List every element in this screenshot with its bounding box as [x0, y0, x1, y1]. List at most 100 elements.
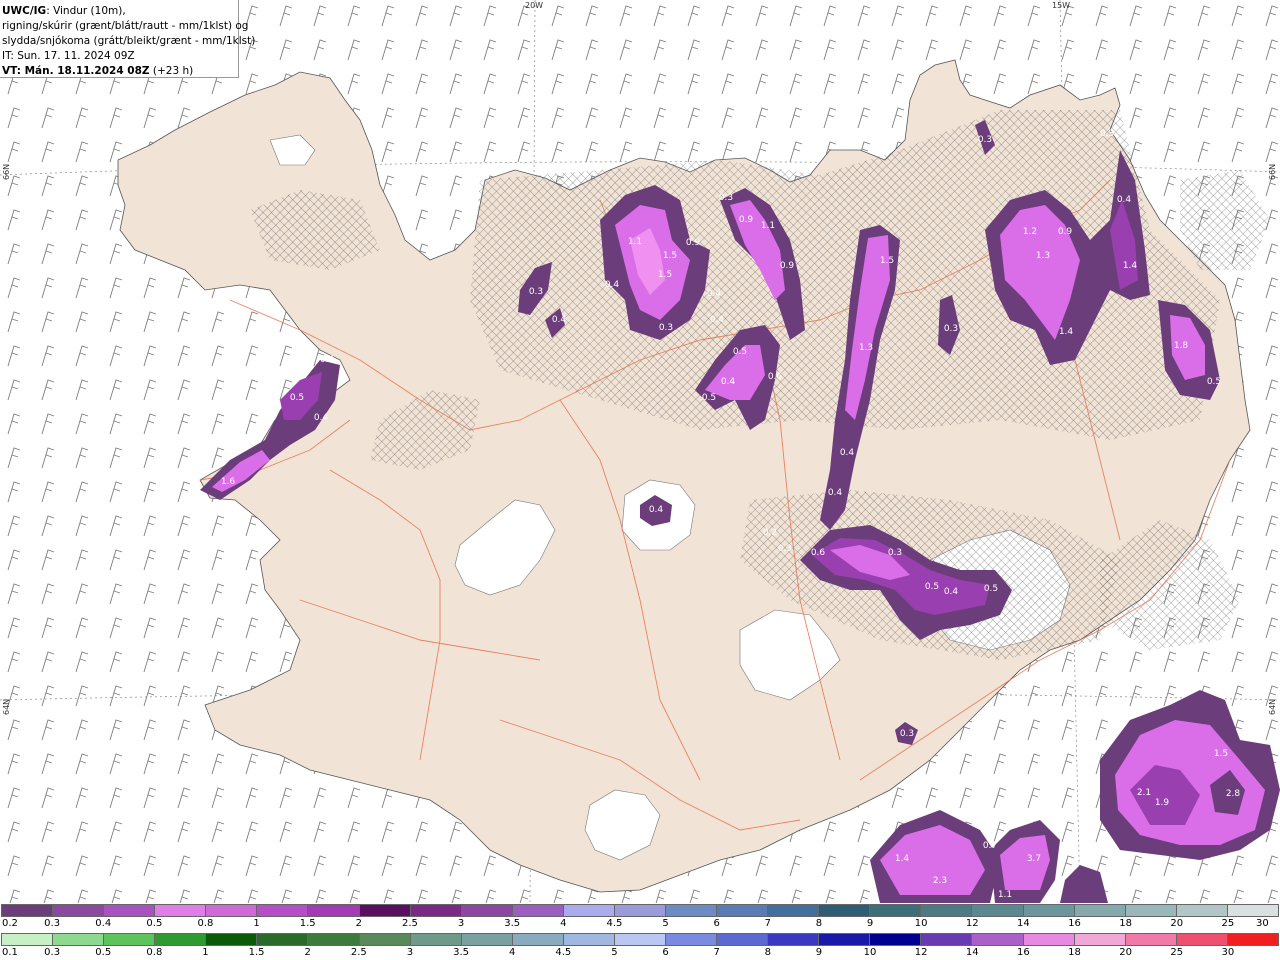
value-label: 2.8 [1226, 789, 1241, 799]
legend-label: 18 [1068, 947, 1081, 958]
legend-label: 30 [1221, 947, 1235, 958]
legend-label: 20 [1119, 947, 1132, 958]
coord-66n-right: 66N [1268, 163, 1277, 180]
legend-swatch [921, 934, 973, 945]
map-panel: 0.4 0.5 0.4 1.6 0.3 0.4 1.1 1.5 1.5 0.4 … [0, 0, 1280, 903]
legend-swatch [410, 934, 462, 945]
value-label: 0.5 [702, 393, 716, 403]
legend-label: 4 [509, 947, 516, 958]
value-label: 0.4 [944, 587, 959, 597]
legend-swatch [308, 905, 360, 916]
legend-swatch [563, 934, 615, 945]
legend-swatch [819, 905, 871, 916]
legend-swatch [1125, 905, 1177, 916]
value-label: 0.4 [649, 505, 664, 515]
legend-swatch [512, 905, 564, 916]
coord-66n-left: 66N [2, 163, 11, 180]
legend-swatch [972, 934, 1024, 945]
legend-label: 1 [253, 918, 260, 929]
legend-label: 4 [560, 918, 567, 929]
value-label: 0.9 [739, 215, 754, 225]
legend-label: 30 [1256, 918, 1269, 929]
legend-label: 10 [863, 947, 877, 958]
value-label: 0.6 [811, 548, 826, 558]
legend-label: 14 [965, 947, 979, 958]
legend-swatch [717, 905, 769, 916]
value-label: 0.3 [1100, 129, 1114, 139]
rain-colorbar [1, 933, 1279, 946]
value-label: 0.3 [778, 544, 792, 554]
legend-label: 16 [1017, 947, 1030, 958]
snow-description: slydda/snjókoma (grátt/bleikt/grænt - mm… [2, 35, 256, 47]
value-label: 0.5 [290, 393, 304, 403]
legend-label: 0.4 [95, 918, 112, 929]
value-label: 0.5 [984, 584, 998, 594]
value-label: 1.4 [1059, 327, 1074, 337]
legend-label: 5 [611, 947, 618, 958]
value-label: 1.1 [998, 890, 1012, 900]
legend-label: 9 [815, 947, 823, 958]
legend-swatch [461, 905, 513, 916]
legend-swatch [512, 934, 564, 945]
legend-label: 25 [1221, 918, 1235, 929]
legend-swatch [257, 905, 309, 916]
coord-64n-right: 64N [1268, 698, 1277, 715]
legend-label: 4.5 [606, 918, 623, 929]
legend-swatch [53, 905, 105, 916]
legend-swatch [1023, 905, 1075, 916]
value-label: 1.6 [221, 477, 236, 487]
legend-swatch [410, 905, 462, 916]
legend-label: 1.5 [299, 918, 316, 929]
legend-swatch [206, 934, 258, 945]
legend-swatch [2, 905, 54, 916]
legend-swatch [921, 905, 973, 916]
value-label: 1.4 [895, 854, 910, 864]
legend-label: 20 [1170, 918, 1184, 929]
value-label: 2.1 [1137, 788, 1151, 798]
legend-swatch [563, 905, 615, 916]
value-label: 1.3 [859, 343, 873, 353]
legend-swatch [819, 934, 871, 945]
legend-label: 3 [406, 947, 414, 958]
legend-swatch [257, 934, 309, 945]
legend-swatch [461, 934, 513, 945]
color-legend: 0.2 0.3 0.4 0.5 0.8 1 1.5 2 2.5 3 3.5 4 4.5 5 6 7 8 9 10 12… [0, 903, 1280, 960]
legend-swatch [768, 934, 820, 945]
value-label: 1.2 [1023, 227, 1037, 237]
value-label: 0.4 [840, 448, 855, 458]
value-label: 1.1 [628, 237, 642, 247]
value-label: 0.4 [605, 280, 620, 290]
legend-label: 3.5 [453, 947, 470, 958]
legend-label: 0.8 [197, 918, 214, 929]
legend-swatch [1074, 934, 1126, 945]
value-label: 0.3 [978, 135, 992, 145]
field-description: : Vindur (10m), [46, 5, 126, 17]
legend-swatch [717, 934, 769, 945]
legend-label: 5 [662, 918, 669, 929]
coord-15w: 15W [1052, 1, 1071, 10]
iceland-precipitation-map: 0.4 0.5 0.4 1.6 0.3 0.4 1.1 1.5 1.5 0.4 … [0, 0, 1280, 903]
valid-time: VT: Mán. 18.11.2024 08Z [2, 65, 150, 77]
legend-swatch [1023, 934, 1075, 945]
value-label: 0.4 [710, 315, 725, 325]
value-label: 0.3 [888, 548, 902, 558]
rain-description: rigning/skúrir (grænt/blátt/rautt - mm/1… [2, 20, 249, 32]
legend-label: 12 [965, 918, 979, 929]
legend-label: 0.3 [44, 918, 61, 929]
value-label: 1.5 [880, 256, 894, 266]
legend-swatch [359, 905, 411, 916]
legend-swatch [1176, 934, 1228, 945]
legend-swatch [2, 934, 54, 945]
value-label: 0.7 [983, 841, 997, 851]
value-label: 1.5 [663, 251, 677, 261]
legend-label: 0.3 [44, 947, 61, 958]
value-label: 0.4 [1117, 195, 1132, 205]
legend-swatch [359, 934, 411, 945]
legend-label: 0.1 [2, 947, 18, 958]
lead-time: (+23 h) [149, 65, 194, 77]
legend-label: 2.5 [402, 918, 418, 929]
value-label: 0.9 [780, 261, 795, 271]
legend-label: 2.5 [350, 947, 367, 958]
legend-label: 7 [713, 947, 720, 958]
legend-label: 0.5 [95, 947, 112, 958]
